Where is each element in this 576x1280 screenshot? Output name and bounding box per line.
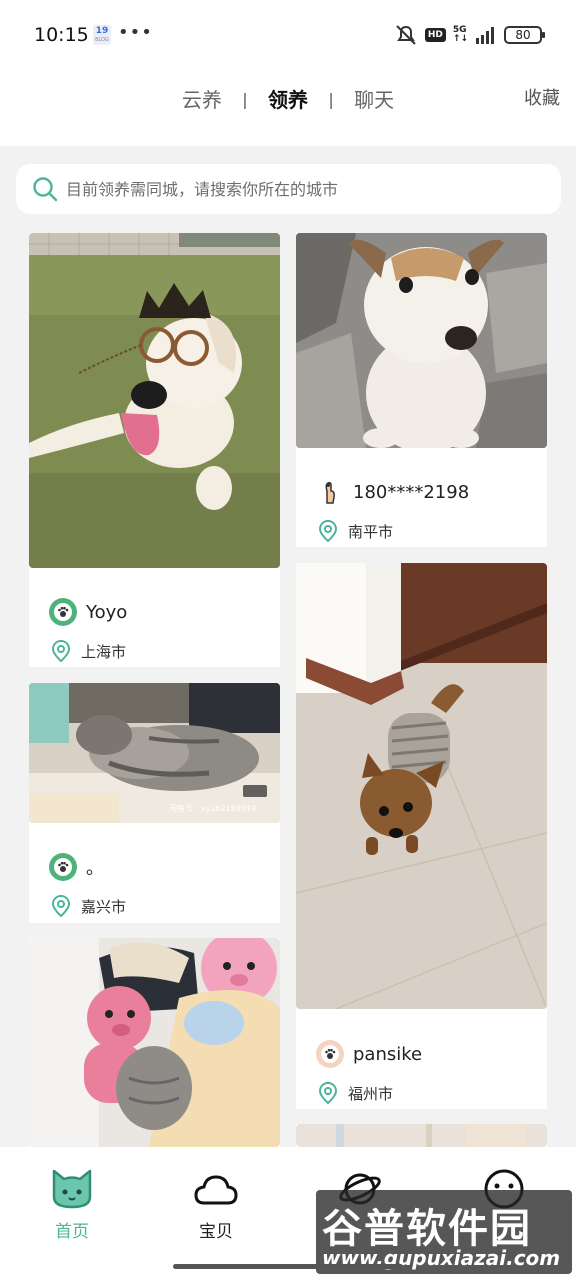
signal-icon (476, 27, 494, 44)
avatar (316, 1040, 344, 1068)
city-name: 上海市 (81, 642, 127, 661)
status-time: 10:15 (34, 24, 89, 46)
city-name: 福州市 (348, 1084, 394, 1103)
pet-location: 福州市 (318, 1082, 393, 1104)
pet-card[interactable]: pansike 福州市 (296, 563, 547, 1109)
pet-location: 上海市 (51, 640, 126, 662)
top-navigation: 云养 | 领养 | 聊天 收藏 (0, 70, 576, 146)
pet-photo[interactable] (296, 1124, 547, 1147)
status-indicators: HD 5G ↑↓ 80 (394, 24, 545, 46)
nav-label: 宝贝 (199, 1222, 233, 1242)
owner-name: pansike (353, 1043, 423, 1065)
tab-cloud-raise[interactable]: 云养 (182, 84, 222, 113)
paw-icon (325, 1048, 336, 1059)
tab-bar: 云养 | 领养 | 聊天 (0, 84, 576, 113)
search-bar[interactable] (16, 164, 561, 214)
calendar-icon: 19 BLOG (93, 25, 111, 45)
location-pin-icon (318, 1082, 338, 1104)
nav-baby[interactable]: 宝贝 (166, 1167, 266, 1242)
pet-location: 南平市 (318, 520, 393, 542)
pet-owner: 180****2198 (316, 478, 469, 506)
city-name: 嘉兴市 (81, 897, 127, 916)
network-type: 5G ↑↓ (452, 25, 468, 44)
cat-face-icon (52, 1169, 92, 1209)
pet-card[interactable]: 闲鱼号：xy262169019 。 嘉兴市 (29, 683, 280, 923)
pet-location: 嘉兴市 (51, 895, 126, 917)
search-input[interactable] (66, 179, 536, 199)
pet-card[interactable] (296, 1124, 547, 1147)
search-icon (33, 177, 58, 202)
avatar (49, 853, 77, 881)
location-pin-icon (51, 895, 71, 917)
tab-adopt[interactable]: 领养 (268, 84, 308, 113)
owner-name: 。 (86, 858, 104, 879)
home-indicator[interactable] (173, 1264, 403, 1269)
pet-photo-dog[interactable] (29, 233, 280, 568)
paw-icon (58, 606, 69, 617)
pet-card[interactable]: Yoyo 上海市 (29, 233, 280, 667)
battery-indicator: 80 (504, 26, 545, 44)
raised-paw-icon (325, 481, 335, 504)
tab-separator: | (328, 90, 334, 109)
location-pin-icon (318, 520, 338, 542)
paw-icon (58, 861, 69, 872)
owner-name: 180****2198 (353, 481, 470, 503)
pet-card[interactable] (29, 938, 280, 1147)
pet-owner: Yoyo (49, 598, 127, 626)
hd-badge: HD (424, 28, 446, 42)
avatar (49, 598, 77, 626)
cloud-icon (194, 1175, 238, 1205)
location-pin-icon (51, 640, 71, 662)
favorites-button[interactable]: 收藏 (524, 84, 560, 110)
pet-owner: 。 (49, 853, 104, 881)
status-bar: 10:15 19 BLOG ••• HD 5G ↑↓ 80 (0, 0, 576, 70)
pet-photo-yorkie[interactable] (296, 563, 547, 1009)
mute-icon (396, 25, 416, 45)
site-watermark: 谷普软件园 www.gupuxiazai.com (316, 1190, 572, 1274)
image-watermark-text: 闲鱼号：xy262169019 (169, 804, 257, 813)
pet-photo-cat-toys[interactable] (29, 938, 280, 1147)
avatar (316, 478, 344, 506)
tab-chat[interactable]: 聊天 (354, 84, 394, 113)
pet-photo-puppy[interactable] (296, 233, 547, 448)
tab-separator: | (242, 90, 248, 109)
owner-name: Yoyo (86, 601, 128, 623)
pet-card[interactable]: 180****2198 南平市 (296, 233, 547, 547)
city-name: 南平市 (348, 522, 394, 541)
more-notifications-icon: ••• (118, 22, 153, 43)
nav-label: 首页 (55, 1222, 89, 1242)
pet-photo-cat[interactable]: 闲鱼号：xy262169019 (29, 683, 280, 823)
pet-owner: pansike (316, 1040, 422, 1068)
nav-home[interactable]: 首页 (22, 1167, 122, 1242)
